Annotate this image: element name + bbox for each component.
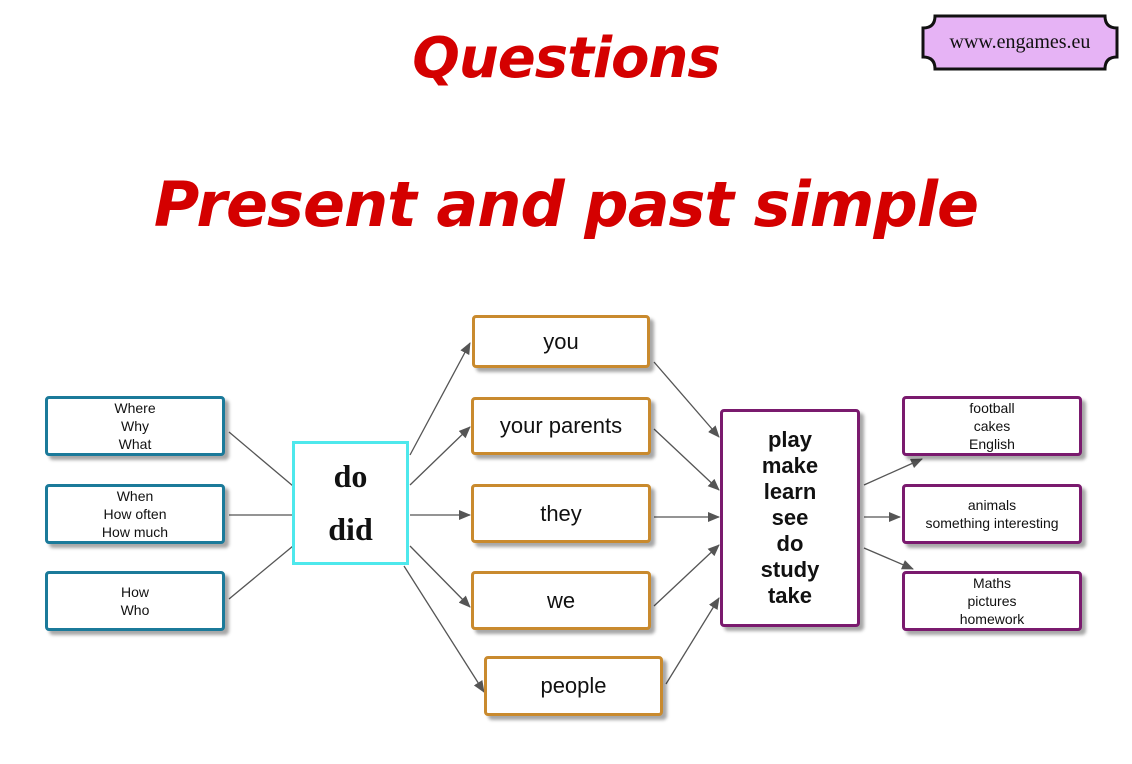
edge-aux-we — [409, 545, 471, 608]
aux-did: did — [328, 511, 373, 547]
edge-aux-parents — [409, 426, 471, 486]
verb: study — [760, 557, 820, 582]
object-word: animals — [967, 497, 1017, 513]
aux-do: do — [333, 458, 368, 494]
subject-label: people — [540, 673, 607, 698]
question-word: How — [120, 584, 149, 600]
subject-box-your-parents: your parents — [471, 397, 651, 455]
auxiliary-box: do did — [292, 441, 409, 565]
object-word: Maths — [972, 575, 1012, 591]
connector-layer — [228, 342, 923, 693]
question-box-2: When How often How much — [45, 484, 225, 544]
subject-label: you — [543, 328, 579, 354]
object-word: cakes — [973, 418, 1011, 434]
object-word: homework — [959, 611, 1025, 627]
subject-box-they: they — [471, 484, 651, 543]
question-word: When — [116, 488, 154, 504]
question-word: Who — [120, 602, 150, 618]
edge-q1-aux — [228, 431, 294, 487]
object-word: English — [969, 436, 1015, 452]
edge-q3-aux — [228, 545, 294, 600]
edge-we-verbs — [653, 544, 720, 607]
subject-label: we — [546, 587, 576, 613]
verb: see — [771, 505, 809, 530]
subject-box-you: you — [472, 315, 650, 368]
object-box-2: animals something interesting — [902, 484, 1082, 544]
edge-you-verbs — [653, 361, 720, 438]
verb: do — [776, 531, 804, 556]
edge-parents-verbs — [653, 428, 720, 491]
object-box-3: Maths pictures homework — [902, 571, 1082, 631]
question-word: How much — [101, 524, 169, 540]
question-word: What — [118, 436, 152, 452]
question-word: Why — [121, 418, 149, 434]
edge-people-verbs — [665, 597, 720, 685]
object-word: pictures — [967, 593, 1017, 609]
question-word: Where — [114, 400, 156, 416]
object-word: something interesting — [925, 515, 1059, 531]
verbs-box: play make learn see do study take — [720, 409, 860, 627]
verb: take — [767, 583, 813, 608]
edge-verbs-obj1 — [863, 458, 923, 486]
subject-box-people: people — [484, 656, 663, 716]
question-box-1: Where Why What — [45, 396, 225, 456]
object-word: football — [969, 400, 1015, 416]
verb: make — [761, 453, 819, 478]
verb: learn — [763, 479, 817, 504]
object-box-1: football cakes English — [902, 396, 1082, 456]
edge-verbs-obj3 — [863, 547, 914, 570]
verb: play — [767, 427, 813, 452]
question-box-3: How Who — [45, 571, 225, 631]
subject-box-we: we — [471, 571, 651, 630]
subject-label: your parents — [499, 413, 623, 438]
subject-label: they — [540, 500, 582, 526]
question-word: How often — [103, 506, 167, 522]
edge-aux-you — [409, 342, 471, 456]
